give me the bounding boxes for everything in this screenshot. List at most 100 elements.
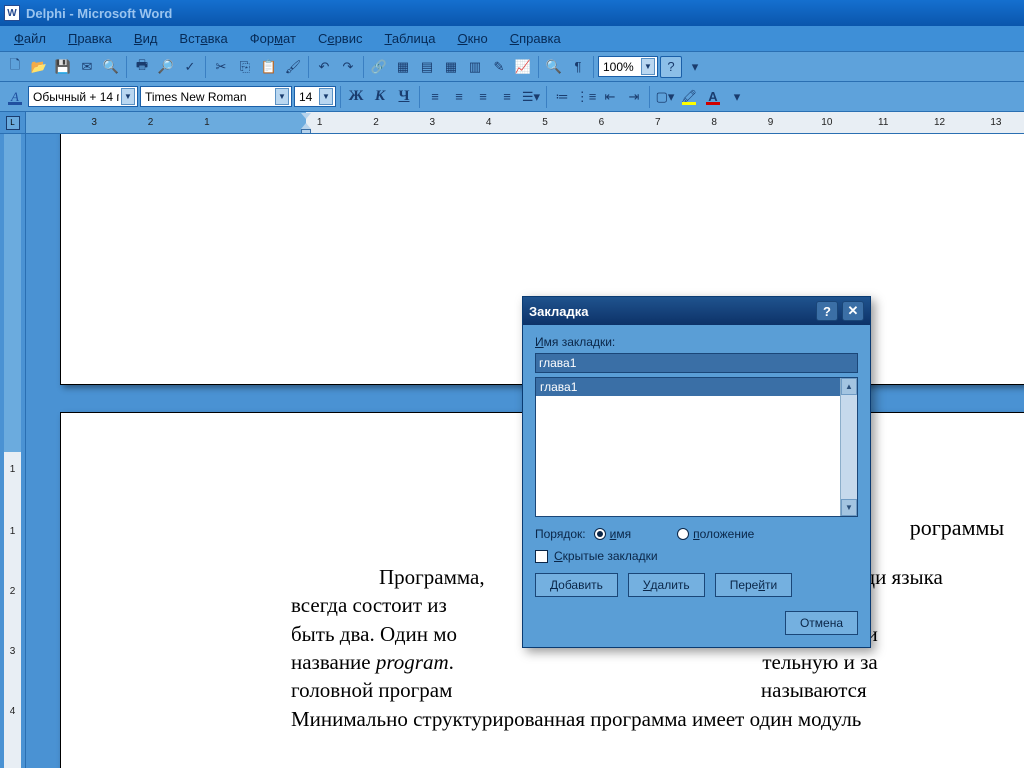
redo-icon[interactable]: ↷	[337, 56, 359, 78]
vertical-ruler[interactable]: 1 1 2 3 4	[0, 134, 26, 768]
standard-toolbar: 🗋 📂 💾 ✉ 🔍 🖶 🔎 ✓ ✂ ⎘ 📋 🖌 ↶ ↷ 🔗 ▦ ▤ ▦ ▥ ✎ …	[0, 52, 1024, 82]
chevron-down-icon[interactable]: ▼	[641, 58, 655, 75]
spellcheck-icon[interactable]: ✓	[179, 56, 201, 78]
dialog-body: Имя закладки: глава1 ▲ ▼ Порядок: имя по…	[523, 325, 870, 647]
scroll-down-icon[interactable]: ▼	[841, 499, 857, 516]
ruler-ticks: 3 2 1 1 2 3 4 5 6 7 8 9 10 11 12 13	[26, 112, 1024, 133]
font-value: Times New Roman	[145, 90, 273, 104]
cut-icon[interactable]: ✂	[210, 56, 232, 78]
toolbar-overflow-icon[interactable]: ▾	[726, 86, 748, 108]
bookmark-list[interactable]: глава1 ▲ ▼	[535, 377, 858, 517]
line-spacing-icon[interactable]: ☰▾	[520, 86, 542, 108]
help-icon[interactable]: ?	[660, 56, 682, 78]
paste-icon[interactable]: 📋	[258, 56, 280, 78]
add-button[interactable]: Добавить	[535, 573, 618, 597]
underline-button[interactable]: Ч	[393, 86, 415, 108]
chevron-down-icon[interactable]: ▼	[275, 88, 289, 105]
close-button[interactable]: ✕	[842, 301, 864, 321]
separator	[126, 56, 127, 78]
style-combo[interactable]: Обычный + 14 п ▼	[28, 86, 138, 107]
bookmark-name-input[interactable]	[535, 353, 858, 373]
hidden-bookmarks-check[interactable]: Скрытые закладки	[535, 549, 858, 563]
scrollbar[interactable]: ▲ ▼	[840, 378, 857, 516]
increase-indent-icon[interactable]: ⇥	[623, 86, 645, 108]
menu-view[interactable]: Вид	[124, 28, 168, 49]
radio-by-position[interactable]: положение	[677, 527, 754, 541]
scroll-up-icon[interactable]: ▲	[841, 378, 857, 395]
chevron-down-icon[interactable]: ▼	[121, 88, 135, 105]
toolbar-overflow-icon[interactable]: ▾	[684, 56, 706, 78]
copy-icon[interactable]: ⎘	[234, 56, 256, 78]
zoom-icon[interactable]: 🔍	[543, 56, 565, 78]
bold-button[interactable]: Ж	[345, 86, 367, 108]
bullets-icon[interactable]: ⋮≡	[575, 86, 597, 108]
hyperlink-icon[interactable]: 🔗	[368, 56, 390, 78]
columns-icon[interactable]: ▥	[464, 56, 486, 78]
menu-format[interactable]: Формат	[240, 28, 306, 49]
delete-button[interactable]: Удалить	[628, 573, 705, 597]
goto-button[interactable]: Перейти	[715, 573, 793, 597]
style-value: Обычный + 14 п	[33, 90, 119, 104]
mail-icon[interactable]: ✉	[76, 56, 98, 78]
menu-file[interactable]: Файл	[4, 28, 56, 49]
order-label: Порядок:	[535, 527, 586, 541]
styles-pane-icon[interactable]: A	[4, 86, 26, 108]
align-right-icon[interactable]: ≡	[472, 86, 494, 108]
open-icon[interactable]: 📂	[28, 56, 50, 78]
new-doc-icon[interactable]: 🗋	[4, 56, 26, 78]
indent-marker[interactable]	[301, 112, 313, 133]
menu-edit[interactable]: Правка	[58, 28, 122, 49]
chevron-down-icon[interactable]: ▼	[319, 88, 333, 105]
save-icon[interactable]: 💾	[52, 56, 74, 78]
font-size-value: 14	[299, 90, 317, 104]
align-justify-icon[interactable]: ≡	[496, 86, 518, 108]
separator	[593, 56, 594, 78]
menu-table[interactable]: Таблица	[374, 28, 445, 49]
separator	[649, 86, 650, 108]
search-icon[interactable]: 🔍	[100, 56, 122, 78]
list-item[interactable]: глава1	[536, 378, 857, 396]
format-painter-icon[interactable]: 🖌	[282, 56, 304, 78]
horizontal-ruler[interactable]: 3 2 1 1 2 3 4 5 6 7 8 9 10 11 12 13	[26, 112, 1024, 133]
decrease-indent-icon[interactable]: ⇤	[599, 86, 621, 108]
ruler-corner[interactable]: L	[0, 112, 26, 133]
highlight-color-icon[interactable]: 🖍	[678, 86, 700, 108]
zoom-value: 100%	[603, 60, 639, 74]
tables-borders-icon[interactable]: ▦	[392, 56, 414, 78]
zoom-combo[interactable]: 100% ▼	[598, 56, 658, 77]
separator	[546, 86, 547, 108]
help-button[interactable]: ?	[816, 301, 838, 321]
bookmark-dialog: Закладка ? ✕ Имя закладки: глава1 ▲ ▼ По…	[522, 296, 871, 648]
separator	[363, 56, 364, 78]
menu-help[interactable]: Справка	[500, 28, 571, 49]
menu-window[interactable]: Окно	[447, 28, 497, 49]
chart-icon[interactable]: 📈	[512, 56, 534, 78]
preview-icon[interactable]: 🔎	[155, 56, 177, 78]
menu-tools[interactable]: Сервис	[308, 28, 373, 49]
dialog-title: Закладка	[529, 304, 589, 319]
separator	[538, 56, 539, 78]
align-center-icon[interactable]: ≡	[448, 86, 470, 108]
insert-table-icon[interactable]: ▤	[416, 56, 438, 78]
cancel-button[interactable]: Отмена	[785, 611, 858, 635]
sort-order-row: Порядок: имя положение	[535, 527, 858, 541]
dialog-titlebar[interactable]: Закладка ? ✕	[523, 297, 870, 325]
excel-icon[interactable]: ▦	[440, 56, 462, 78]
radio-by-name[interactable]: имя	[594, 527, 631, 541]
numbering-icon[interactable]: ≔	[551, 86, 573, 108]
borders-icon[interactable]: ▢▾	[654, 86, 676, 108]
titlebar: W Delphi - Microsoft Word	[0, 0, 1024, 26]
show-marks-icon[interactable]: ¶	[567, 56, 589, 78]
font-combo[interactable]: Times New Roman ▼	[140, 86, 292, 107]
font-size-combo[interactable]: 14 ▼	[294, 86, 336, 107]
italic-button[interactable]: К	[369, 86, 391, 108]
print-icon[interactable]: 🖶	[131, 56, 153, 78]
menu-insert[interactable]: Вставка	[169, 28, 237, 49]
dialog-buttons: Добавить Удалить Перейти	[535, 573, 858, 597]
separator	[308, 56, 309, 78]
drawing-icon[interactable]: ✎	[488, 56, 510, 78]
bookmark-name-label: Имя закладки:	[535, 335, 858, 349]
undo-icon[interactable]: ↶	[313, 56, 335, 78]
align-left-icon[interactable]: ≡	[424, 86, 446, 108]
font-color-icon[interactable]: A	[702, 86, 724, 108]
